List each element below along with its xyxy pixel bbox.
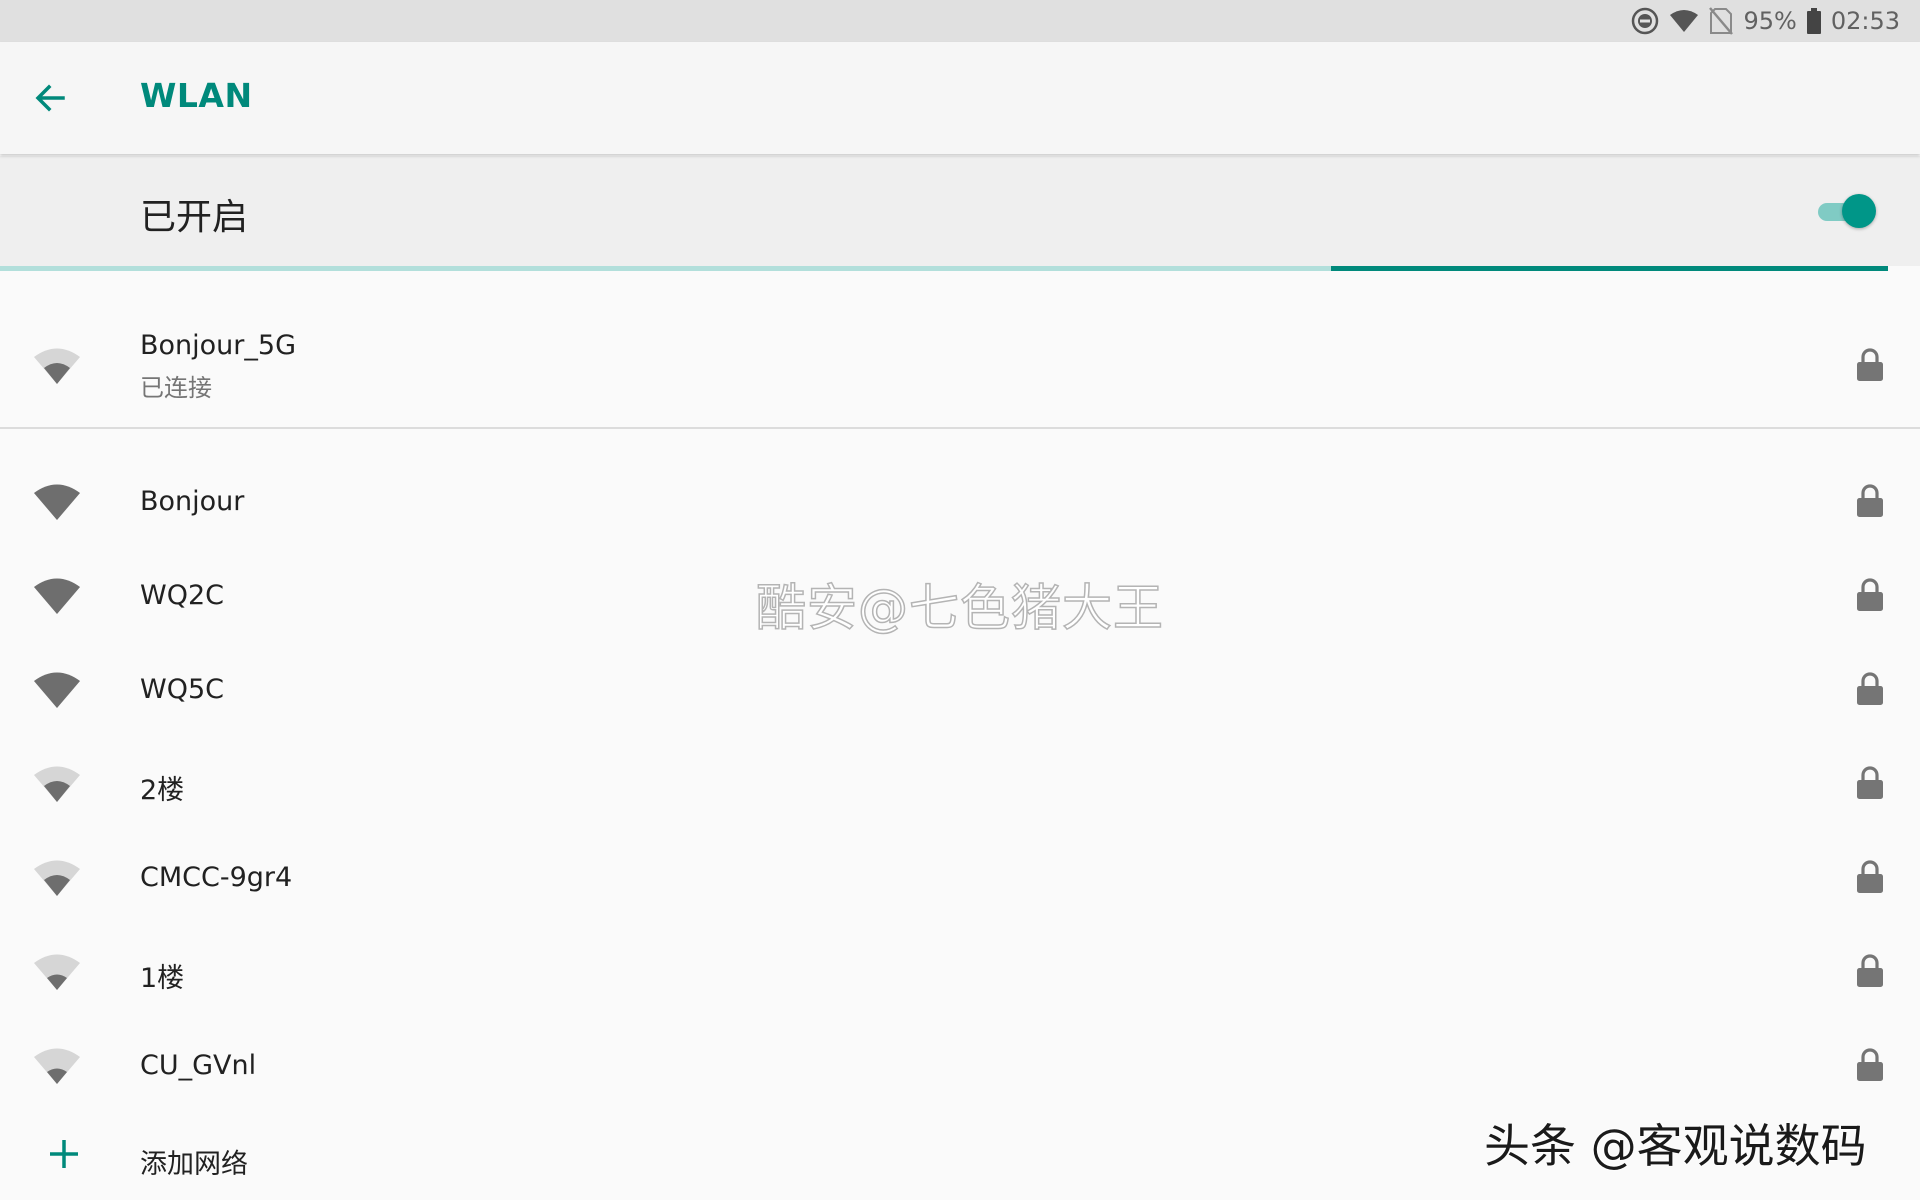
wifi-signal-icon xyxy=(34,1048,80,1084)
wlan-settings-screen: 95% 02:53 WLAN 已开启 Bonjour_5G 已连接 Bonjou… xyxy=(0,0,1920,1200)
wifi-master-switch-bar[interactable]: 已开启 xyxy=(0,156,1920,266)
lock-icon xyxy=(1857,1048,1883,1081)
add-network-label: 添加网络 xyxy=(140,1149,248,1180)
network-row[interactable]: CU_GVnl xyxy=(0,1020,1920,1114)
watermark-corner: 头条 @客观说数码 xyxy=(1484,1119,1867,1173)
wifi-signal-level xyxy=(34,672,80,708)
wifi-signal-icon xyxy=(34,766,80,802)
status-bar-icons: 95% 02:53 xyxy=(1631,0,1900,42)
wifi-switch-label: 已开启 xyxy=(140,197,249,238)
wifi-signal-icon xyxy=(34,860,80,896)
connected-network-row[interactable]: Bonjour_5G 已连接 xyxy=(0,312,1920,424)
network-name: CMCC-9gr4 xyxy=(140,862,293,893)
page-title: WLAN xyxy=(140,76,253,115)
scan-progress-bar xyxy=(0,266,1888,271)
lock-icon xyxy=(1857,672,1883,705)
network-row[interactable]: 2楼 xyxy=(0,738,1920,832)
arrow-left-icon xyxy=(35,84,65,112)
wifi-signal-level xyxy=(34,578,80,614)
wifi-signal-icon xyxy=(34,954,80,990)
do-not-disturb-icon xyxy=(1631,7,1659,35)
battery-icon xyxy=(1806,8,1821,34)
back-button[interactable] xyxy=(22,70,78,126)
network-row[interactable]: WQ5C xyxy=(0,644,1920,738)
wifi-signal-level xyxy=(44,363,70,384)
scan-progress-fill xyxy=(1331,266,1888,271)
network-row[interactable]: Bonjour xyxy=(0,456,1920,550)
network-name: 1楼 xyxy=(140,963,185,994)
wifi-signal-level xyxy=(44,781,70,802)
watermark-center: 酷安@七色猪大王 xyxy=(755,578,1164,638)
wifi-signal-icon xyxy=(34,484,80,520)
lock-icon xyxy=(1857,578,1883,611)
lock-icon xyxy=(1857,348,1883,381)
network-name: Bonjour xyxy=(140,486,245,517)
status-time: 02:53 xyxy=(1830,7,1900,35)
network-name: WQ5C xyxy=(140,674,224,705)
toggle-thumb xyxy=(1842,194,1876,228)
wifi-signal-level xyxy=(44,875,70,896)
network-row[interactable]: 1楼 xyxy=(0,926,1920,1020)
wifi-status-icon xyxy=(1669,9,1699,33)
wifi-signal-level xyxy=(47,974,67,990)
plus-icon xyxy=(50,1140,78,1168)
network-name: Bonjour_5G xyxy=(140,330,296,361)
wifi-signal-level xyxy=(47,1068,67,1084)
lock-icon xyxy=(1857,766,1883,799)
section-divider xyxy=(0,427,1920,429)
status-bar: 95% 02:53 xyxy=(0,0,1920,42)
network-name: CU_GVnl xyxy=(140,1050,257,1081)
battery-percent: 95% xyxy=(1743,7,1797,35)
no-sim-icon xyxy=(1709,7,1734,35)
lock-icon xyxy=(1857,484,1883,517)
lock-icon xyxy=(1857,954,1883,987)
wifi-signal-icon xyxy=(34,348,80,384)
network-name: 2楼 xyxy=(140,775,185,806)
network-row[interactable]: CMCC-9gr4 xyxy=(0,832,1920,926)
network-status: 已连接 xyxy=(140,374,212,402)
wifi-toggle-switch[interactable] xyxy=(1814,192,1876,230)
toolbar: WLAN xyxy=(0,42,1920,154)
wifi-signal-icon xyxy=(34,672,80,708)
lock-icon xyxy=(1857,860,1883,893)
wifi-signal-level xyxy=(34,484,80,520)
network-name: WQ2C xyxy=(140,580,224,611)
wifi-signal-icon xyxy=(34,578,80,614)
